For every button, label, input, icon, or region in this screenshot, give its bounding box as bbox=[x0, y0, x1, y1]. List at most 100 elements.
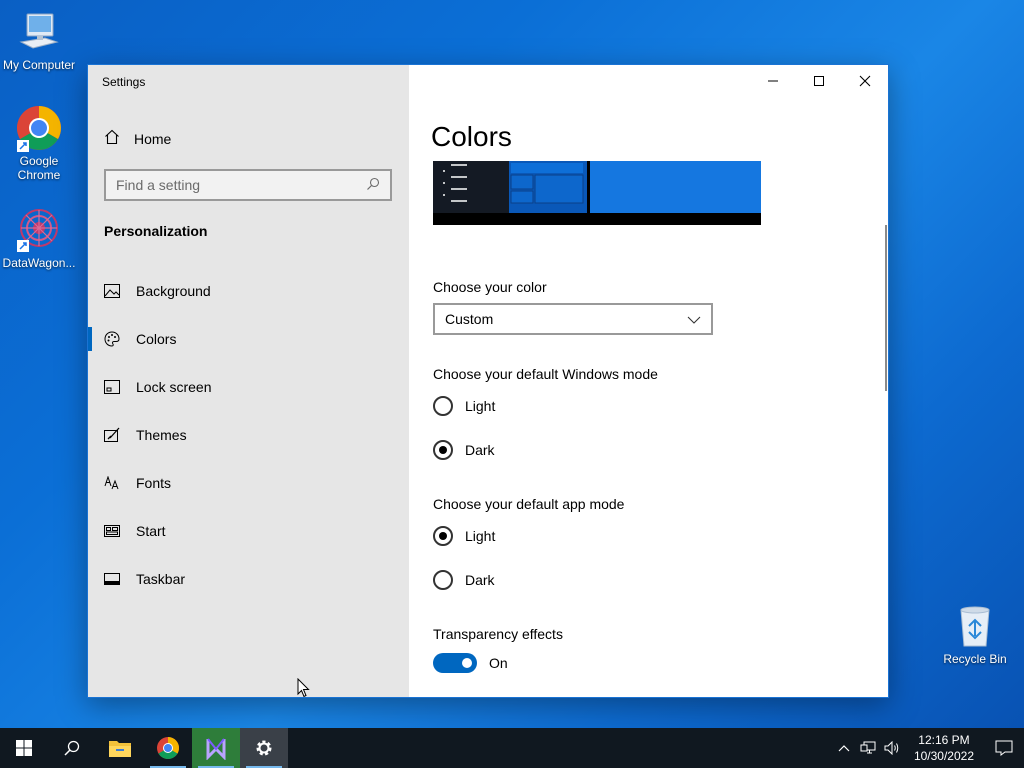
taskbar-settings[interactable] bbox=[240, 728, 288, 768]
radio-label: Dark bbox=[465, 442, 495, 458]
close-button[interactable] bbox=[842, 65, 888, 97]
radio-windows-mode-dark[interactable]: Dark bbox=[433, 440, 495, 460]
radio-button bbox=[433, 570, 453, 590]
transparency-toggle[interactable]: On bbox=[433, 653, 508, 673]
scrollbar[interactable] bbox=[885, 225, 887, 391]
radio-app-mode-light[interactable]: Light bbox=[433, 526, 495, 546]
settings-window: Settings Home Find a setting Personaliza… bbox=[87, 64, 889, 698]
nav-item-label: Themes bbox=[136, 427, 187, 443]
nav-item-taskbar[interactable]: Taskbar bbox=[88, 555, 409, 603]
page-title: Colors bbox=[431, 121, 512, 152]
nav-item-label: Lock screen bbox=[136, 379, 212, 395]
nav-item-themes[interactable]: Themes bbox=[88, 411, 409, 459]
nav-home-label: Home bbox=[134, 130, 172, 147]
themes-icon bbox=[104, 427, 120, 443]
radio-windows-mode-light[interactable]: Light bbox=[433, 396, 495, 416]
nav-home[interactable]: Home bbox=[104, 129, 171, 148]
chrome-icon bbox=[157, 737, 179, 759]
nav-item-lock-screen[interactable]: Lock screen bbox=[88, 363, 409, 411]
nav-list: Background Colors Lock screen Themes Fon… bbox=[88, 267, 409, 603]
desktop-icon-label: Recycle Bin bbox=[943, 652, 1007, 666]
clock-time: 12:16 PM bbox=[918, 733, 970, 747]
transparency-label: Transparency effects bbox=[433, 626, 563, 642]
desktop-icon-label: DataWagon... bbox=[2, 256, 76, 270]
network-icon-button[interactable] bbox=[856, 728, 880, 768]
desktop-icon-datawagon[interactable]: DataWagon... bbox=[0, 206, 78, 270]
taskbar-icon bbox=[104, 571, 120, 587]
settings-nav-pane: Settings Home Find a setting Personaliza… bbox=[88, 65, 409, 697]
fonts-icon bbox=[104, 475, 120, 491]
close-icon bbox=[859, 75, 871, 87]
windows-logo-icon bbox=[16, 740, 32, 756]
notification-icon bbox=[995, 740, 1013, 756]
search-icon bbox=[64, 740, 80, 756]
action-center-button[interactable] bbox=[984, 728, 1024, 768]
picture-icon bbox=[104, 283, 120, 299]
search-placeholder: Find a setting bbox=[116, 177, 201, 193]
radio-button-selected bbox=[433, 440, 453, 460]
radio-label: Light bbox=[465, 398, 496, 414]
taskbar-clock[interactable]: 12:16 PM 10/30/2022 bbox=[904, 732, 984, 764]
gear-icon bbox=[256, 740, 272, 756]
maximize-button[interactable] bbox=[796, 65, 842, 97]
search-input[interactable]: Find a setting bbox=[104, 169, 392, 201]
taskbar-file-explorer[interactable] bbox=[96, 728, 144, 768]
taskbar: 12:16 PM 10/30/2022 bbox=[0, 728, 1024, 768]
volume-icon-button[interactable] bbox=[880, 728, 904, 768]
radio-app-mode-dark[interactable]: Dark bbox=[433, 570, 495, 590]
nav-item-label: Fonts bbox=[136, 475, 172, 491]
nav-item-start[interactable]: Start bbox=[88, 507, 409, 555]
recycle-bin-icon bbox=[951, 602, 999, 650]
taskbar-datawagon[interactable] bbox=[192, 728, 240, 768]
network-icon bbox=[860, 741, 876, 754]
minimize-icon bbox=[768, 80, 778, 82]
color-preview-image bbox=[433, 161, 761, 225]
search-icon bbox=[366, 177, 380, 194]
desktop-icon-label: My Computer bbox=[2, 58, 76, 72]
nav-item-background[interactable]: Background bbox=[88, 267, 409, 315]
nav-item-label: Taskbar bbox=[136, 571, 186, 587]
toggle-state: On bbox=[489, 655, 508, 671]
start-icon bbox=[104, 523, 120, 539]
dropdown-value: Custom bbox=[445, 311, 494, 327]
desktop-icon-google-chrome[interactable]: Google Chrome bbox=[0, 104, 78, 182]
nav-item-colors[interactable]: Colors bbox=[88, 315, 409, 363]
taskbar-search-button[interactable] bbox=[48, 728, 96, 768]
toggle-switch bbox=[433, 653, 477, 673]
radio-label: Dark bbox=[465, 572, 495, 588]
folder-icon bbox=[109, 741, 131, 757]
start-button[interactable] bbox=[0, 728, 48, 768]
datawagon-icon bbox=[206, 738, 226, 760]
window-title: Settings bbox=[102, 75, 146, 89]
system-tray: 12:16 PM 10/30/2022 bbox=[832, 728, 1024, 768]
caption-buttons bbox=[750, 65, 888, 97]
desktop-icon-recycle-bin[interactable]: Recycle Bin bbox=[936, 602, 1014, 666]
nav-item-label: Background bbox=[136, 283, 211, 299]
app-mode-label: Choose your default app mode bbox=[433, 496, 625, 512]
desktop-icon-label: Google Chrome bbox=[17, 154, 61, 182]
show-hidden-icons-button[interactable] bbox=[832, 728, 856, 768]
maximize-icon bbox=[814, 76, 824, 86]
computer-icon bbox=[15, 8, 63, 56]
clock-date: 10/30/2022 bbox=[913, 749, 974, 763]
lock-screen-icon bbox=[104, 379, 120, 395]
choose-color-label: Choose your color bbox=[433, 279, 547, 295]
desktop-icon-my-computer[interactable]: My Computer bbox=[0, 8, 78, 72]
radio-button-selected bbox=[433, 526, 453, 546]
nav-item-label: Start bbox=[136, 523, 166, 539]
radio-label: Light bbox=[465, 528, 496, 544]
taskbar-chrome[interactable] bbox=[144, 728, 192, 768]
palette-icon bbox=[104, 331, 120, 347]
chevron-up-icon bbox=[838, 745, 850, 752]
minimize-button[interactable] bbox=[750, 65, 796, 97]
choose-color-dropdown[interactable]: Custom bbox=[433, 303, 713, 335]
nav-item-fonts[interactable]: Fonts bbox=[88, 459, 409, 507]
home-icon bbox=[104, 129, 120, 148]
nav-item-label: Colors bbox=[136, 331, 177, 347]
windows-mode-label: Choose your default Windows mode bbox=[433, 366, 658, 382]
settings-content: Colors Choose your color Custom Choose y… bbox=[409, 65, 888, 697]
chrome-icon bbox=[15, 104, 63, 152]
mouse-cursor-icon bbox=[297, 677, 311, 703]
datawagon-icon bbox=[15, 206, 63, 254]
section-title: Personalization bbox=[104, 223, 208, 239]
